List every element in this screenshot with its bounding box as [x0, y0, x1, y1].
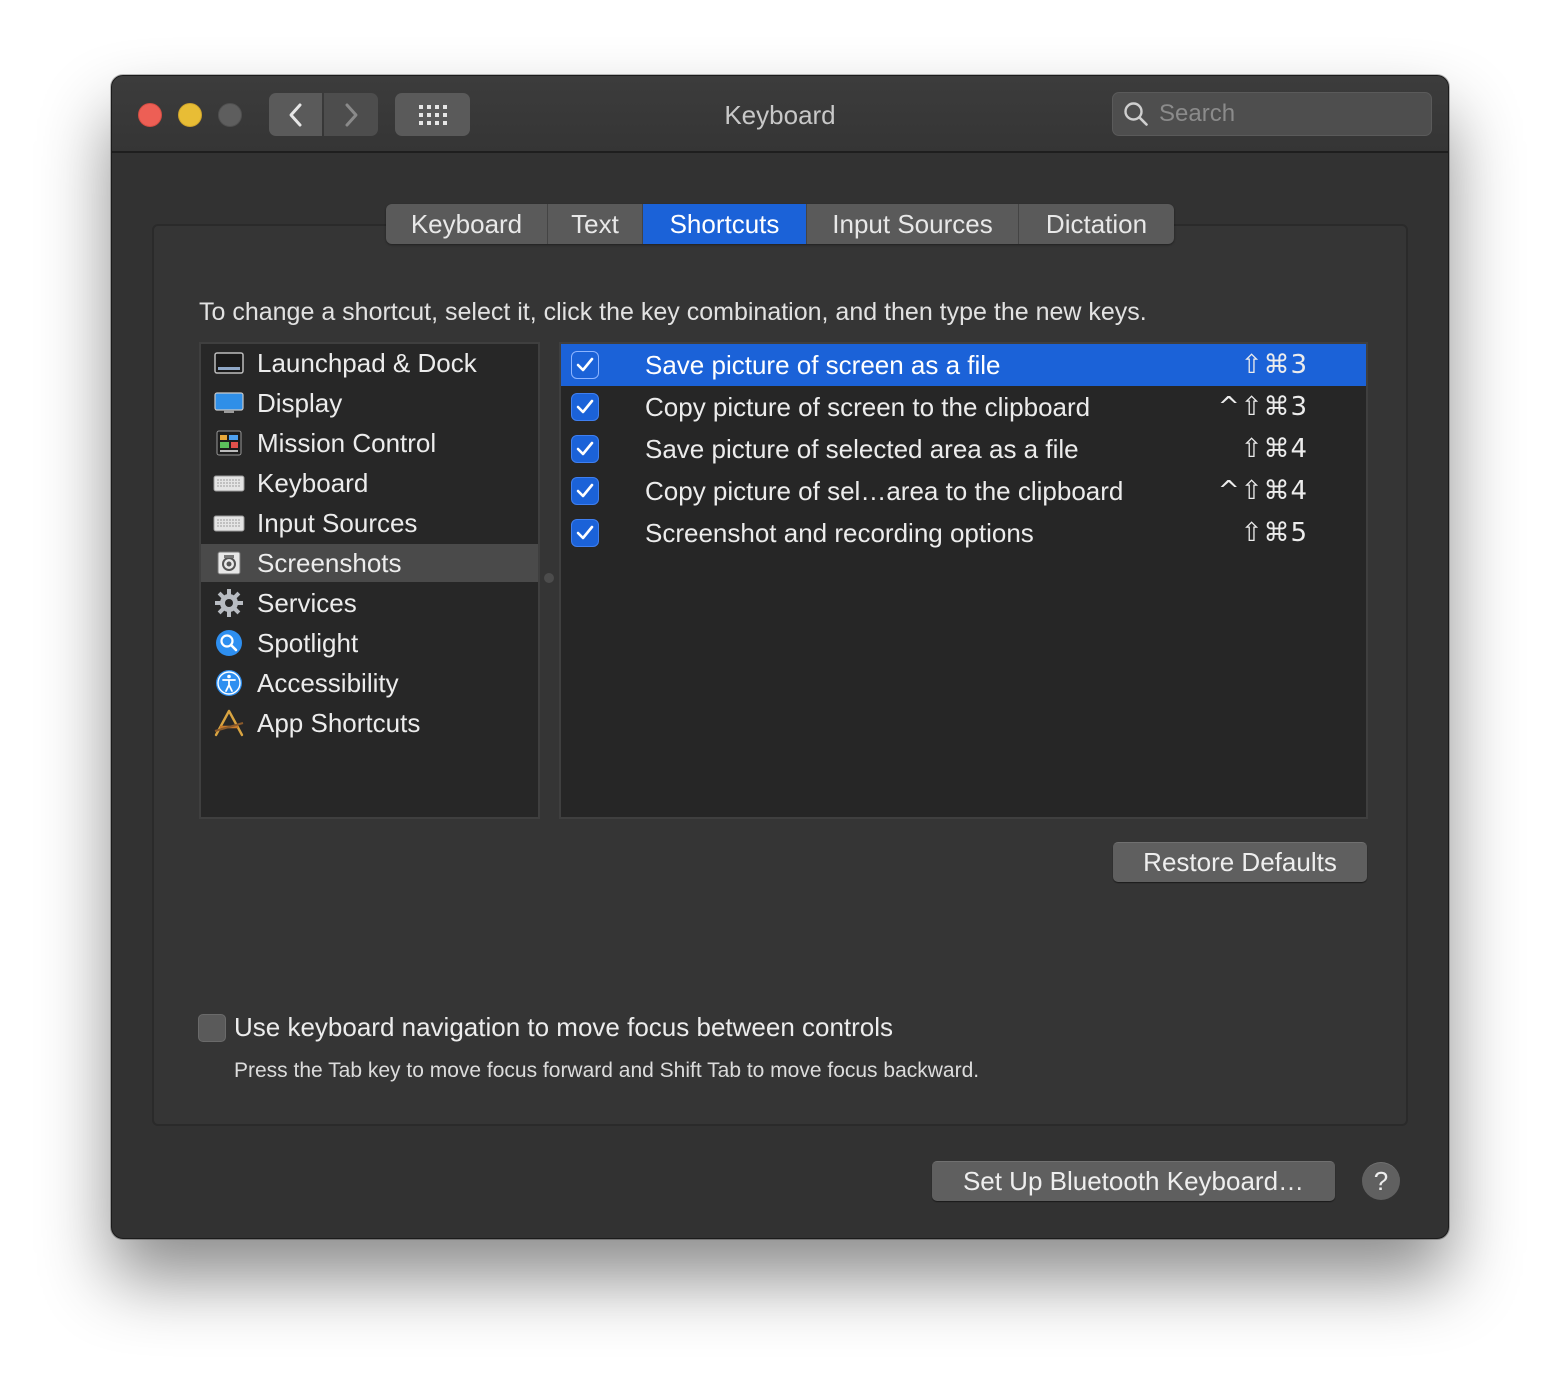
category-launchpad-dock[interactable]: Launchpad & Dock — [201, 344, 538, 382]
shortcut-row[interactable]: Save picture of selected area as a file … — [561, 428, 1366, 470]
checkmark-icon — [576, 441, 594, 456]
category-label: Services — [257, 587, 357, 618]
screenshots-icon — [213, 549, 245, 577]
help-button[interactable]: ? — [1362, 1162, 1400, 1200]
category-keyboard[interactable]: Keyboard — [201, 464, 538, 502]
category-spotlight[interactable]: Spotlight — [201, 624, 538, 662]
checkmark-icon — [576, 357, 594, 372]
shortcut-row[interactable]: Save picture of screen as a file ⇧⌘3 — [561, 344, 1366, 386]
shortcut-keys[interactable]: ⇧⌘3 — [1241, 350, 1308, 380]
category-label: Mission Control — [257, 427, 437, 458]
category-label: Launchpad & Dock — [257, 347, 477, 378]
shortcut-keys[interactable]: ⇧⌘5 — [1241, 518, 1308, 548]
tab-text[interactable]: Text — [548, 204, 643, 244]
category-services[interactable]: Services — [201, 584, 538, 622]
spotlight-icon — [213, 629, 245, 657]
system-preferences-window: Keyboard Keyboard Text Shortcuts Input S… — [111, 75, 1449, 1239]
keyboard-navigation-checkbox[interactable] — [198, 1014, 226, 1042]
shortcut-label: Save picture of selected area as a file — [645, 433, 1079, 464]
set-up-bluetooth-keyboard-button[interactable]: Set Up Bluetooth Keyboard… — [932, 1161, 1335, 1201]
category-label: Display — [257, 387, 343, 418]
search-field[interactable] — [1112, 92, 1432, 136]
category-accessibility[interactable]: Accessibility — [201, 664, 538, 702]
instruction-text: To change a shortcut, select it, click t… — [199, 298, 1147, 326]
category-app-shortcuts[interactable]: App Shortcuts — [201, 704, 538, 742]
search-icon — [1124, 102, 1148, 126]
category-label: App Shortcuts — [257, 707, 421, 738]
category-input-sources[interactable]: Input Sources — [201, 504, 538, 542]
category-label: Accessibility — [257, 667, 399, 698]
shortcuts-list[interactable]: Save picture of screen as a file ⇧⌘3 Cop… — [559, 342, 1368, 819]
category-display[interactable]: Display — [201, 384, 538, 422]
search-input[interactable] — [1159, 100, 1409, 128]
shortcut-label: Copy picture of sel…area to the clipboar… — [645, 475, 1124, 506]
shortcut-label: Save picture of screen as a file — [645, 349, 1001, 380]
shortcut-enabled-checkbox[interactable] — [571, 519, 599, 547]
tab-shortcuts[interactable]: Shortcuts — [643, 204, 807, 244]
keyboard-navigation-hint: Press the Tab key to move focus forward … — [234, 1059, 980, 1082]
split-view-divider-handle[interactable] — [544, 573, 554, 583]
restore-defaults-button[interactable]: Restore Defaults — [1113, 842, 1367, 882]
checkmark-icon — [576, 399, 594, 414]
shortcut-enabled-checkbox[interactable] — [571, 435, 599, 463]
shortcut-row[interactable]: Screenshot and recording options ⇧⌘5 — [561, 512, 1366, 554]
tab-dictation[interactable]: Dictation — [1019, 204, 1174, 244]
category-mission-control[interactable]: Mission Control — [201, 424, 538, 462]
mission-control-icon — [213, 429, 245, 457]
keyboard-icon — [213, 469, 245, 497]
display-icon — [213, 389, 245, 417]
accessibility-icon — [213, 669, 245, 697]
shortcut-enabled-checkbox[interactable] — [571, 351, 599, 379]
shortcut-keys[interactable]: ^⇧⌘3 — [1218, 392, 1308, 422]
checkmark-icon — [576, 525, 594, 540]
tab-input-sources[interactable]: Input Sources — [807, 204, 1019, 244]
shortcut-label: Copy picture of screen to the clipboard — [645, 391, 1091, 422]
title-bar: Keyboard — [112, 76, 1448, 153]
app-shortcuts-icon — [213, 709, 245, 737]
shortcut-keys[interactable]: ⇧⌘4 — [1241, 434, 1308, 464]
shortcut-row[interactable]: Copy picture of sel…area to the clipboar… — [561, 470, 1366, 512]
gear-icon — [213, 589, 245, 617]
category-label: Keyboard — [257, 467, 369, 498]
launchpad-dock-icon — [213, 349, 245, 377]
category-label: Screenshots — [257, 547, 402, 578]
shortcut-row[interactable]: Copy picture of screen to the clipboard … — [561, 386, 1366, 428]
shortcut-enabled-checkbox[interactable] — [571, 393, 599, 421]
shortcut-label: Screenshot and recording options — [645, 517, 1034, 548]
category-label: Input Sources — [257, 507, 418, 538]
tab-bar: Keyboard Text Shortcuts Input Sources Di… — [386, 204, 1174, 244]
shortcut-enabled-checkbox[interactable] — [571, 477, 599, 505]
input-sources-icon — [213, 509, 245, 537]
category-label: Spotlight — [257, 627, 359, 658]
tab-keyboard[interactable]: Keyboard — [386, 204, 548, 244]
keyboard-navigation-label[interactable]: Use keyboard navigation to move focus be… — [234, 1012, 893, 1043]
shortcut-keys[interactable]: ^⇧⌘4 — [1218, 476, 1308, 506]
checkmark-icon — [576, 483, 594, 498]
shortcut-categories-list[interactable]: Launchpad & Dock Display Mission Control… — [199, 342, 540, 819]
category-screenshots[interactable]: Screenshots — [201, 544, 538, 582]
